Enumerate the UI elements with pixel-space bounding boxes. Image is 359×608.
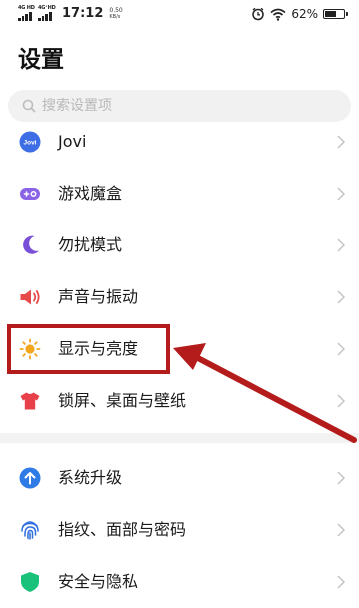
settings-item-label: 锁屏、桌面与壁纸 <box>58 391 187 410</box>
signal-label: 4G HD <box>18 5 35 11</box>
signal-icon: 4G HD <box>18 5 36 22</box>
signal-label: 4G⁺HD <box>38 5 56 11</box>
status-right: 62% <box>251 7 348 21</box>
chevron-right-icon <box>337 575 345 589</box>
fingerprint-icon <box>21 521 39 540</box>
highlight-box <box>7 324 170 374</box>
settings-item-security-privacy[interactable]: 安全与隐私 <box>0 560 359 604</box>
chevron-right-icon <box>337 471 345 485</box>
upgrade-icon <box>19 467 41 489</box>
jovi-icon: Jovi <box>19 131 41 153</box>
chevron-right-icon <box>337 342 345 356</box>
network-speed-unit: KB/s <box>109 14 121 20</box>
alarm-icon <box>252 7 265 21</box>
settings-item-game-box[interactable]: 游戏魔盒 <box>0 172 359 216</box>
settings-item-lockscreen-wallpaper[interactable]: 锁屏、桌面与壁纸 <box>0 379 359 423</box>
chevron-right-icon <box>337 290 345 304</box>
battery-icon <box>323 9 348 19</box>
settings-item-label: 系统升级 <box>58 468 123 487</box>
settings-item-label: 指纹、面部与密码 <box>58 520 187 539</box>
settings-item-label: 安全与隐私 <box>58 572 139 591</box>
svg-text:Jovi: Jovi <box>23 140 36 147</box>
settings-item-label: 勿扰模式 <box>58 235 123 254</box>
settings-item-label: 声音与振动 <box>58 287 139 306</box>
search-input[interactable]: 搜索设置项 <box>8 90 351 122</box>
chevron-right-icon <box>337 187 345 201</box>
shirt-icon <box>20 392 40 410</box>
chevron-right-icon <box>337 523 345 537</box>
chevron-right-icon <box>337 238 345 252</box>
settings-item-label: 游戏魔盒 <box>58 184 123 203</box>
section-divider <box>0 433 359 443</box>
battery-fill <box>325 11 336 17</box>
shield-icon <box>21 572 39 592</box>
settings-item-do-not-disturb[interactable]: 勿扰模式 <box>0 223 359 267</box>
signal-icon: 4G⁺HD <box>38 5 56 22</box>
network-speed: 0.50 KB/s <box>109 8 122 21</box>
settings-item-label: Jovi <box>58 132 87 151</box>
status-bar: 4G HD 4G⁺HD 17:12 0.50 KB/s 62% <box>0 0 359 30</box>
settings-item-fingerprint-face-password[interactable]: 指纹、面部与密码 <box>0 508 359 552</box>
search-placeholder: 搜索设置项 <box>42 98 112 114</box>
gamepad-icon <box>20 188 40 200</box>
moon-icon <box>23 235 39 254</box>
chevron-right-icon <box>337 394 345 408</box>
settings-item-system-upgrade[interactable]: 系统升级 <box>0 456 359 500</box>
settings-item-jovi[interactable]: Jovi Jovi <box>0 120 359 164</box>
chevron-right-icon <box>337 135 345 149</box>
wifi-icon <box>270 8 286 21</box>
speaker-icon <box>20 289 40 305</box>
status-left: 4G HD 4G⁺HD 17:12 0.50 KB/s <box>18 5 123 22</box>
search-icon <box>22 99 36 113</box>
battery-percent: 62% <box>291 7 318 21</box>
page-title: 设置 <box>18 47 64 73</box>
settings-item-sound-vibration[interactable]: 声音与振动 <box>0 275 359 319</box>
clock: 17:12 <box>62 6 104 21</box>
